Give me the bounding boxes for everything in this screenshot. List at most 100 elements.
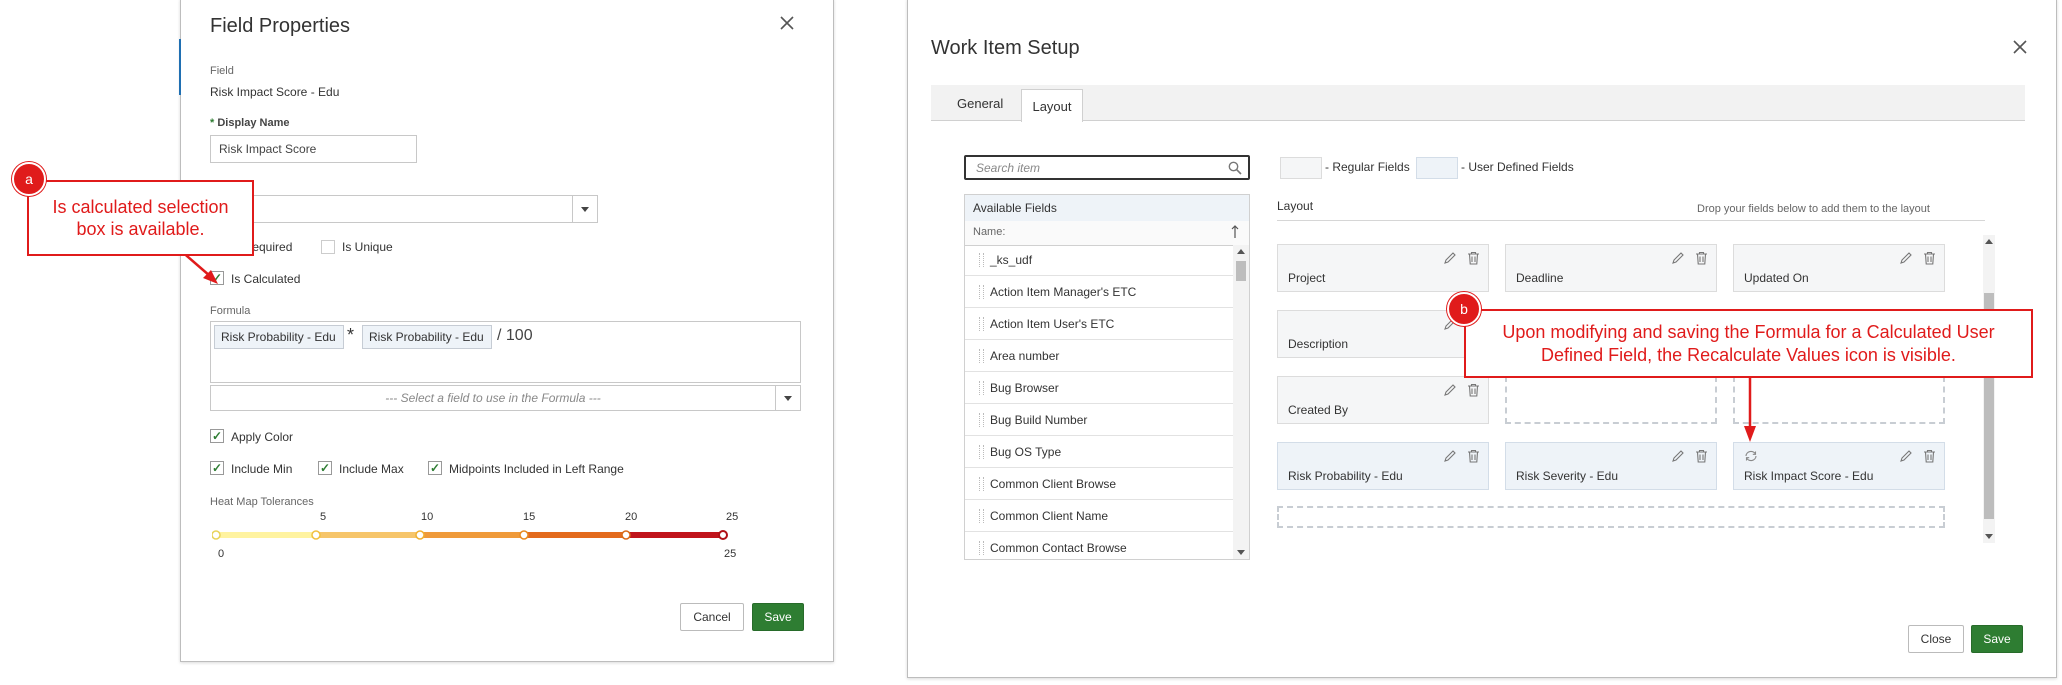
required-marker: * bbox=[210, 117, 215, 129]
list-item[interactable]: Action Item Manager's ETC bbox=[965, 277, 1233, 308]
layout-card-deadline[interactable]: Deadline bbox=[1505, 244, 1717, 292]
formula-select-placeholder: --- Select a field to use in the Formula… bbox=[385, 391, 601, 405]
pencil-icon[interactable] bbox=[1671, 251, 1685, 265]
include-min-label: Include Min bbox=[231, 462, 293, 476]
card-label: Risk Probability - Edu bbox=[1288, 469, 1403, 483]
heatmap-tick: 10 bbox=[421, 511, 434, 523]
trash-icon[interactable] bbox=[1467, 449, 1480, 463]
dialog-title: Work Item Setup bbox=[931, 37, 1080, 59]
scroll-down-icon[interactable] bbox=[1985, 534, 1993, 539]
search-placeholder: Search item bbox=[976, 160, 1041, 175]
apply-color-label: Apply Color bbox=[231, 430, 294, 444]
callout-b: Upon modifying and saving the Formula fo… bbox=[1464, 309, 2033, 378]
heatmap-tick: 5 bbox=[320, 511, 327, 523]
list-item[interactable]: Action Item User's ETC bbox=[965, 309, 1233, 340]
pencil-icon[interactable] bbox=[1443, 251, 1457, 265]
list-item[interactable]: Common Contact Browse bbox=[965, 533, 1233, 559]
trash-icon[interactable] bbox=[1695, 449, 1708, 463]
include-max-label: Include Max bbox=[339, 462, 404, 476]
scroll-up-icon[interactable] bbox=[1237, 249, 1245, 254]
tab-layout[interactable]: Layout bbox=[1021, 89, 1083, 122]
formula-chip-2[interactable]: Risk Probability - Edu bbox=[362, 325, 492, 349]
empty-layout-slot[interactable] bbox=[1505, 376, 1717, 424]
trash-icon[interactable] bbox=[1467, 383, 1480, 397]
drag-handle-icon[interactable] bbox=[979, 509, 984, 523]
display-name-input[interactable]: Risk Impact Score bbox=[210, 135, 417, 163]
search-input[interactable]: Search item bbox=[964, 155, 1250, 180]
display-name-label-text: Display Name bbox=[217, 117, 290, 129]
heatmap-track bbox=[212, 530, 728, 540]
list-item[interactable]: Common Client Browse bbox=[965, 469, 1233, 500]
layout-card-risk-severity[interactable]: Risk Severity - Edu bbox=[1505, 442, 1717, 490]
available-fields-panel: Available Fields Name: _ks_udf Action It… bbox=[964, 194, 1250, 560]
scroll-down-icon[interactable] bbox=[1237, 550, 1245, 555]
list-item[interactable]: Common Client Name bbox=[965, 501, 1233, 532]
empty-layout-row[interactable] bbox=[1277, 506, 1945, 528]
layout-card-updated-on[interactable]: Updated On bbox=[1733, 244, 1945, 292]
list-item[interactable]: Area number bbox=[965, 341, 1233, 372]
drag-handle-icon[interactable] bbox=[979, 349, 984, 363]
save-button[interactable]: Save bbox=[1971, 625, 2023, 653]
formula-chip-1[interactable]: Risk Probability - Edu bbox=[214, 325, 344, 349]
legend-regular-label: - Regular Fields bbox=[1325, 160, 1410, 174]
search-icon[interactable] bbox=[1228, 161, 1242, 175]
layout-title: Layout bbox=[1277, 199, 1314, 213]
callout-a: Is calculated selection box is available… bbox=[27, 180, 254, 256]
heatmap-label: Heat Map Tolerances bbox=[210, 496, 314, 508]
chevron-down-icon[interactable] bbox=[775, 386, 800, 410]
cancel-button[interactable]: Cancel bbox=[680, 603, 744, 631]
sort-arrow-icon[interactable] bbox=[1231, 225, 1239, 239]
trash-icon[interactable] bbox=[1695, 251, 1708, 265]
type-dropdown[interactable] bbox=[210, 195, 598, 223]
recalculate-values-icon[interactable] bbox=[1744, 450, 1758, 462]
name-column-header[interactable]: Name: bbox=[965, 221, 1249, 246]
callout-a-badge: a bbox=[12, 162, 46, 196]
is-unique-checkbox[interactable] bbox=[321, 240, 335, 254]
tab-bar bbox=[931, 85, 2025, 121]
list-item[interactable]: Bug Build Number bbox=[965, 405, 1233, 436]
tab-general[interactable]: General bbox=[957, 96, 1003, 111]
close-icon[interactable] bbox=[779, 15, 795, 31]
layout-scrollbar[interactable] bbox=[1983, 235, 1995, 543]
chevron-down-icon[interactable] bbox=[572, 196, 597, 222]
trash-icon[interactable] bbox=[1923, 251, 1936, 265]
layout-card-project[interactable]: Project bbox=[1277, 244, 1489, 292]
include-min-checkbox[interactable]: ✓ bbox=[210, 461, 224, 475]
is-unique-label: Is Unique bbox=[342, 240, 393, 254]
include-max-checkbox[interactable]: ✓ bbox=[318, 461, 332, 475]
drag-handle-icon[interactable] bbox=[979, 317, 984, 331]
drag-handle-icon[interactable] bbox=[979, 541, 984, 555]
list-item[interactable]: Bug Browser bbox=[965, 373, 1233, 404]
pencil-icon[interactable] bbox=[1899, 449, 1913, 463]
drag-handle-icon[interactable] bbox=[979, 381, 984, 395]
formula-field-select[interactable]: --- Select a field to use in the Formula… bbox=[210, 385, 801, 411]
list-item[interactable]: _ks_udf bbox=[965, 245, 1233, 276]
list-item[interactable]: Bug OS Type bbox=[965, 437, 1233, 468]
heatmap-slider[interactable] bbox=[212, 529, 728, 541]
formula-suffix: / 100 bbox=[497, 327, 533, 344]
save-button[interactable]: Save bbox=[752, 603, 804, 631]
list-scrollbar[interactable] bbox=[1233, 245, 1249, 559]
available-fields-header: Available Fields bbox=[965, 195, 1249, 222]
close-button[interactable]: Close bbox=[1908, 625, 1964, 653]
scroll-thumb[interactable] bbox=[1236, 261, 1246, 281]
layout-card-created-by[interactable]: Created By bbox=[1277, 376, 1489, 424]
midpoints-checkbox[interactable]: ✓ bbox=[428, 461, 442, 475]
pencil-icon[interactable] bbox=[1899, 251, 1913, 265]
drag-handle-icon[interactable] bbox=[979, 413, 984, 427]
layout-divider bbox=[1277, 220, 1985, 221]
pencil-icon[interactable] bbox=[1671, 449, 1685, 463]
trash-icon[interactable] bbox=[1923, 449, 1936, 463]
trash-icon[interactable] bbox=[1467, 251, 1480, 265]
scroll-up-icon[interactable] bbox=[1985, 239, 1993, 244]
layout-card-risk-probability[interactable]: Risk Probability - Edu bbox=[1277, 442, 1489, 490]
drag-handle-icon[interactable] bbox=[979, 477, 984, 491]
drag-handle-icon[interactable] bbox=[979, 445, 984, 459]
drag-handle-icon[interactable] bbox=[979, 253, 984, 267]
drag-handle-icon[interactable] bbox=[979, 285, 984, 299]
pencil-icon[interactable] bbox=[1443, 449, 1457, 463]
pencil-icon[interactable] bbox=[1443, 383, 1457, 397]
card-label: Risk Impact Score - Edu bbox=[1744, 469, 1874, 483]
close-icon[interactable] bbox=[2012, 39, 2028, 55]
apply-color-checkbox[interactable]: ✓ bbox=[210, 429, 224, 443]
